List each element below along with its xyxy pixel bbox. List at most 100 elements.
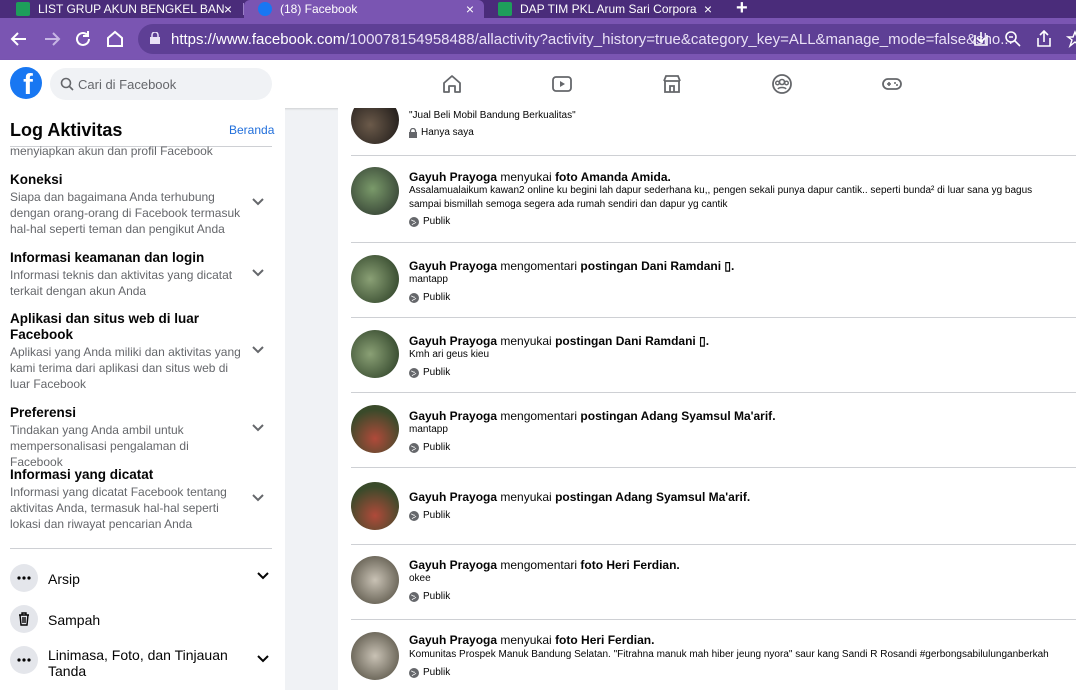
search-icon <box>60 77 74 91</box>
download-icon[interactable] <box>972 30 990 48</box>
browser-tab-facebook[interactable]: (18) Facebook × <box>244 0 484 18</box>
actor-name[interactable]: Gayuh Prayoga <box>409 633 497 647</box>
search-input[interactable] <box>76 68 266 100</box>
bookmark-star-icon[interactable] <box>1066 30 1076 48</box>
share-icon[interactable] <box>1035 30 1053 48</box>
target-link[interactable]: postingan Adang Syamsul Ma'arif <box>555 490 747 504</box>
activity-snippet: "Jual Beli Mobil Bandung Berkualitas" <box>409 110 576 121</box>
facebook-logo[interactable]: f <box>10 67 42 99</box>
audience: Publik <box>409 292 450 303</box>
activity-item[interactable]: Gayuh Prayoga mengomentari postingan Ada… <box>338 392 1076 468</box>
sidebar-item-logged-info[interactable]: Informasi yang dicatat Informasi yang di… <box>10 467 272 532</box>
target-link[interactable]: postingan Dani Ramdani ▯ <box>555 334 706 348</box>
activity-title: Gayuh Prayoga menyukai postingan Dani Ra… <box>409 334 710 348</box>
close-icon[interactable]: × <box>466 1 474 17</box>
target-link[interactable]: foto Heri Ferdian <box>580 558 676 572</box>
audience: Publik <box>409 442 450 453</box>
globe-icon <box>409 591 419 602</box>
chevron-down-icon[interactable] <box>257 572 269 580</box>
marketplace-icon[interactable] <box>660 72 684 96</box>
actor-name[interactable]: Gayuh Prayoga <box>409 409 497 423</box>
page-title: Log Aktivitas <box>10 120 123 140</box>
trash-item[interactable]: Sampah <box>48 612 100 628</box>
globe-icon <box>409 667 419 678</box>
sidebar-item-security[interactable]: Informasi keamanan dan login Informasi t… <box>10 250 272 299</box>
activity-snippet-line2: sampai bismillah semoga segera ada rumah… <box>409 199 728 210</box>
divider <box>351 467 1076 468</box>
home-button[interactable] <box>103 27 127 51</box>
action-text: menyukai <box>497 490 556 504</box>
actor-name[interactable]: Gayuh Prayoga <box>409 490 497 504</box>
activity-snippet: mantapp <box>409 274 448 285</box>
browser-tab-sheets-1[interactable]: LIST GRUP AKUN BENGKEL BAN × <box>0 0 242 18</box>
sidebar-item-heading: Koneksi <box>10 172 63 187</box>
activity-item[interactable]: Gayuh Prayoga menyukai postingan Dani Ra… <box>338 317 1076 393</box>
chevron-down-icon[interactable] <box>257 655 269 663</box>
audience: Hanya saya <box>409 127 474 138</box>
home-icon[interactable] <box>440 72 464 96</box>
avatar <box>351 482 399 530</box>
more-icon <box>10 564 38 592</box>
sidebar-item-connections[interactable]: Koneksi Siapa dan bagaimana Anda terhubu… <box>10 172 272 237</box>
sidebar-item-off-facebook[interactable]: Aplikasi dan situs web di luar Facebook … <box>10 311 272 392</box>
address-bar[interactable]: https://www.facebook.com/100078154958488… <box>138 24 1076 54</box>
action-text: menyukai <box>497 633 556 647</box>
activity-log-sidebar: Log Aktivitas Beranda menyiapkan akun da… <box>0 108 285 690</box>
back-button[interactable] <box>7 27 31 51</box>
activity-item[interactable]: Gayuh Prayoga mengomentari foto Heri Fer… <box>338 544 1076 620</box>
sidebar-item-preferences[interactable]: Preferensi Tindakan yang Anda ambil untu… <box>10 405 272 470</box>
activity-title: Gayuh Prayoga mengomentari postingan Dan… <box>409 259 735 273</box>
activity-item[interactable]: Gayuh Prayoga menyukai postingan Adang S… <box>338 467 1076 545</box>
zoom-icon[interactable] <box>1004 30 1022 48</box>
home-link[interactable]: Beranda <box>229 123 274 137</box>
activity-title: Gayuh Prayoga mengomentari foto Heri Fer… <box>409 558 680 572</box>
audience-label: Publik <box>423 667 451 678</box>
activity-item[interactable]: Gayuh Prayoga menyukai foto Heri Ferdian… <box>338 619 1076 690</box>
avatar <box>351 632 399 680</box>
target-link[interactable]: postingan Dani Ramdani ▯ <box>580 259 731 273</box>
audience: Publik <box>409 510 450 521</box>
sidebar-item-heading: Informasi yang dicatat <box>10 467 154 482</box>
search-box[interactable] <box>50 68 272 100</box>
avatar <box>351 255 399 303</box>
audience-label: Publik <box>423 510 451 521</box>
activity-title: Gayuh Prayoga menyukai foto Amanda Amida… <box>409 170 671 184</box>
target-link[interactable]: foto Amanda Amida <box>555 170 667 184</box>
actor-name[interactable]: Gayuh Prayoga <box>409 558 497 572</box>
archive-item[interactable]: Arsip <box>48 571 80 587</box>
close-icon[interactable]: × <box>224 1 232 17</box>
globe-icon <box>409 367 419 378</box>
reload-button[interactable] <box>71 27 95 51</box>
actor-name[interactable]: Gayuh Prayoga <box>409 259 497 273</box>
browser-toolbar: https://www.facebook.com/100078154958488… <box>0 18 1076 60</box>
audience-label: Publik <box>423 216 451 227</box>
target-link[interactable]: postingan Adang Syamsul Ma'arif <box>580 409 772 423</box>
activity-item[interactable]: Gayuh Prayoga menyukai foto Amanda Amida… <box>338 155 1076 243</box>
sidebar-item-description: Siapa dan bagaimana Anda terhubung denga… <box>10 190 241 236</box>
url-text: https://www.facebook.com/100078154958488… <box>171 31 1013 48</box>
tab-title: LIST GRUP AKUN BENGKEL BAN <box>38 2 225 16</box>
sidebar-item-heading: Preferensi <box>10 405 77 420</box>
watch-icon[interactable] <box>550 72 574 96</box>
activity-item[interactable]: Gayuh Prayoga mengomentari postingan Dan… <box>338 242 1076 318</box>
action-text: menyukai <box>497 170 556 184</box>
activity-item[interactable]: "Jual Beli Mobil Bandung Berkualitas" Ha… <box>338 108 1076 156</box>
forward-button[interactable] <box>40 27 64 51</box>
browser-tab-sheets-2[interactable]: DAP TIM PKL Arum Sari Corpora × <box>486 0 722 18</box>
truncated-description: menyiapkan akun dan profil Facebook <box>10 144 213 158</box>
new-tab-button[interactable]: + <box>736 0 748 20</box>
actor-name[interactable]: Gayuh Prayoga <box>409 334 497 348</box>
actor-name[interactable]: Gayuh Prayoga <box>409 170 497 184</box>
activity-snippet: Assalamualaikum kawan2 online ku begini … <box>409 185 1033 196</box>
timeline-review-item[interactable]: Linimasa, Foto, dan Tinjauan Tanda <box>48 647 238 679</box>
facebook-icon <box>258 2 272 16</box>
globe-icon <box>409 442 419 453</box>
activity-snippet: mantapp <box>409 424 448 435</box>
activity-title: Gayuh Prayoga menyukai postingan Adang S… <box>409 490 751 504</box>
avatar <box>351 108 399 144</box>
close-icon[interactable]: × <box>704 1 712 17</box>
audience-label: Publik <box>423 442 451 453</box>
target-link[interactable]: foto Heri Ferdian <box>555 633 651 647</box>
gaming-icon[interactable] <box>880 72 904 96</box>
groups-icon[interactable] <box>770 72 794 96</box>
